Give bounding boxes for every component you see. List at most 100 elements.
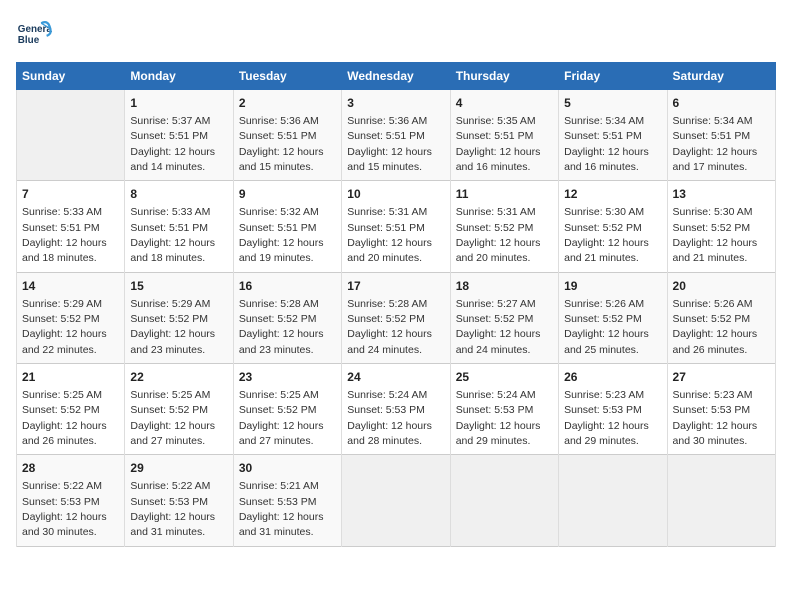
calendar-cell: 21 Sunrise: 5:25 AM Sunset: 5:52 PM Dayli… <box>17 364 125 455</box>
calendar-cell: 25 Sunrise: 5:24 AM Sunset: 5:53 PM Dayli… <box>450 364 558 455</box>
day-info: Sunrise: 5:35 AM Sunset: 5:51 PM Dayligh… <box>456 115 541 173</box>
day-number: 9 <box>239 186 336 203</box>
day-number: 12 <box>564 186 661 203</box>
day-number: 23 <box>239 369 336 386</box>
day-info: Sunrise: 5:23 AM Sunset: 5:53 PM Dayligh… <box>673 389 758 447</box>
calendar-cell: 12 Sunrise: 5:30 AM Sunset: 5:52 PM Dayli… <box>559 181 667 272</box>
day-info: Sunrise: 5:30 AM Sunset: 5:52 PM Dayligh… <box>564 206 649 264</box>
calendar-cell: 6Sunrise: 5:34 AM Sunset: 5:51 PM Daylig… <box>667 90 775 181</box>
day-info: Sunrise: 5:30 AM Sunset: 5:52 PM Dayligh… <box>673 206 758 264</box>
page-header: General Blue <box>16 16 776 52</box>
day-number: 22 <box>130 369 227 386</box>
day-info: Sunrise: 5:31 AM Sunset: 5:52 PM Dayligh… <box>456 206 541 264</box>
day-info: Sunrise: 5:36 AM Sunset: 5:51 PM Dayligh… <box>239 115 324 173</box>
day-info: Sunrise: 5:25 AM Sunset: 5:52 PM Dayligh… <box>22 389 107 447</box>
calendar-cell <box>667 455 775 546</box>
calendar-cell: 2Sunrise: 5:36 AM Sunset: 5:51 PM Daylig… <box>233 90 341 181</box>
day-number: 15 <box>130 278 227 295</box>
calendar-cell: 1 Sunrise: 5:37 AM Sunset: 5:51 PM Daylig… <box>125 90 233 181</box>
calendar-cell <box>17 90 125 181</box>
week-row-5: 28 Sunrise: 5:22 AM Sunset: 5:53 PM Dayli… <box>17 455 776 546</box>
calendar-cell: 7 Sunrise: 5:33 AM Sunset: 5:51 PM Daylig… <box>17 181 125 272</box>
col-header-saturday: Saturday <box>667 63 775 90</box>
calendar-cell: 19 Sunrise: 5:26 AM Sunset: 5:52 PM Dayli… <box>559 272 667 363</box>
calendar-cell: 17 Sunrise: 5:28 AM Sunset: 5:52 PM Dayli… <box>342 272 450 363</box>
calendar-cell: 28 Sunrise: 5:22 AM Sunset: 5:53 PM Dayli… <box>17 455 125 546</box>
col-header-wednesday: Wednesday <box>342 63 450 90</box>
svg-text:Blue: Blue <box>18 35 40 46</box>
calendar-cell <box>450 455 558 546</box>
day-number: 16 <box>239 278 336 295</box>
day-number: 4 <box>456 95 553 112</box>
day-info: Sunrise: 5:24 AM Sunset: 5:53 PM Dayligh… <box>456 389 541 447</box>
day-info: Sunrise: 5:25 AM Sunset: 5:52 PM Dayligh… <box>239 389 324 447</box>
day-info: Sunrise: 5:31 AM Sunset: 5:51 PM Dayligh… <box>347 206 432 264</box>
day-info: Sunrise: 5:36 AM Sunset: 5:51 PM Dayligh… <box>347 115 432 173</box>
header-row: SundayMondayTuesdayWednesdayThursdayFrid… <box>17 63 776 90</box>
day-number: 5 <box>564 95 661 112</box>
day-number: 7 <box>22 186 119 203</box>
logo-icon: General Blue <box>16 16 52 52</box>
day-info: Sunrise: 5:26 AM Sunset: 5:52 PM Dayligh… <box>564 298 649 356</box>
day-number: 3 <box>347 95 444 112</box>
calendar-cell: 11 Sunrise: 5:31 AM Sunset: 5:52 PM Dayli… <box>450 181 558 272</box>
calendar-cell: 16 Sunrise: 5:28 AM Sunset: 5:52 PM Dayli… <box>233 272 341 363</box>
day-info: Sunrise: 5:25 AM Sunset: 5:52 PM Dayligh… <box>130 389 215 447</box>
calendar-cell: 9 Sunrise: 5:32 AM Sunset: 5:51 PM Daylig… <box>233 181 341 272</box>
day-number: 27 <box>673 369 770 386</box>
day-info: Sunrise: 5:22 AM Sunset: 5:53 PM Dayligh… <box>22 480 107 538</box>
col-header-friday: Friday <box>559 63 667 90</box>
day-number: 21 <box>22 369 119 386</box>
day-info: Sunrise: 5:37 AM Sunset: 5:51 PM Dayligh… <box>130 115 215 173</box>
day-number: 30 <box>239 460 336 477</box>
day-info: Sunrise: 5:22 AM Sunset: 5:53 PM Dayligh… <box>130 480 215 538</box>
day-info: Sunrise: 5:33 AM Sunset: 5:51 PM Dayligh… <box>130 206 215 264</box>
day-number: 13 <box>673 186 770 203</box>
calendar-cell: 10 Sunrise: 5:31 AM Sunset: 5:51 PM Dayli… <box>342 181 450 272</box>
week-row-2: 7 Sunrise: 5:33 AM Sunset: 5:51 PM Daylig… <box>17 181 776 272</box>
day-number: 1 <box>130 95 227 112</box>
calendar-cell: 14 Sunrise: 5:29 AM Sunset: 5:52 PM Dayli… <box>17 272 125 363</box>
calendar-table: SundayMondayTuesdayWednesdayThursdayFrid… <box>16 62 776 547</box>
calendar-cell: 4 Sunrise: 5:35 AM Sunset: 5:51 PM Daylig… <box>450 90 558 181</box>
week-row-3: 14 Sunrise: 5:29 AM Sunset: 5:52 PM Dayli… <box>17 272 776 363</box>
day-number: 6 <box>673 95 770 112</box>
col-header-monday: Monday <box>125 63 233 90</box>
calendar-cell: 3 Sunrise: 5:36 AM Sunset: 5:51 PM Daylig… <box>342 90 450 181</box>
day-info: Sunrise: 5:29 AM Sunset: 5:52 PM Dayligh… <box>130 298 215 356</box>
calendar-cell: 20Sunrise: 5:26 AM Sunset: 5:52 PM Dayli… <box>667 272 775 363</box>
col-header-sunday: Sunday <box>17 63 125 90</box>
day-number: 11 <box>456 186 553 203</box>
day-number: 29 <box>130 460 227 477</box>
day-info: Sunrise: 5:28 AM Sunset: 5:52 PM Dayligh… <box>239 298 324 356</box>
day-number: 10 <box>347 186 444 203</box>
week-row-4: 21 Sunrise: 5:25 AM Sunset: 5:52 PM Dayli… <box>17 364 776 455</box>
calendar-cell <box>559 455 667 546</box>
day-number: 28 <box>22 460 119 477</box>
day-number: 26 <box>564 369 661 386</box>
day-number: 18 <box>456 278 553 295</box>
calendar-cell <box>342 455 450 546</box>
calendar-cell: 27 Sunrise: 5:23 AM Sunset: 5:53 PM Dayli… <box>667 364 775 455</box>
calendar-cell: 8Sunrise: 5:33 AM Sunset: 5:51 PM Daylig… <box>125 181 233 272</box>
day-number: 19 <box>564 278 661 295</box>
calendar-cell: 26 Sunrise: 5:23 AM Sunset: 5:53 PM Dayli… <box>559 364 667 455</box>
day-info: Sunrise: 5:34 AM Sunset: 5:51 PM Dayligh… <box>564 115 649 173</box>
day-number: 25 <box>456 369 553 386</box>
week-row-1: 1 Sunrise: 5:37 AM Sunset: 5:51 PM Daylig… <box>17 90 776 181</box>
calendar-cell: 23 Sunrise: 5:25 AM Sunset: 5:52 PM Dayli… <box>233 364 341 455</box>
day-info: Sunrise: 5:32 AM Sunset: 5:51 PM Dayligh… <box>239 206 324 264</box>
day-info: Sunrise: 5:33 AM Sunset: 5:51 PM Dayligh… <box>22 206 107 264</box>
calendar-cell: 5 Sunrise: 5:34 AM Sunset: 5:51 PM Daylig… <box>559 90 667 181</box>
day-info: Sunrise: 5:28 AM Sunset: 5:52 PM Dayligh… <box>347 298 432 356</box>
calendar-cell: 29 Sunrise: 5:22 AM Sunset: 5:53 PM Dayli… <box>125 455 233 546</box>
col-header-tuesday: Tuesday <box>233 63 341 90</box>
day-number: 24 <box>347 369 444 386</box>
calendar-cell: 18Sunrise: 5:27 AM Sunset: 5:52 PM Dayli… <box>450 272 558 363</box>
day-number: 14 <box>22 278 119 295</box>
day-number: 17 <box>347 278 444 295</box>
day-info: Sunrise: 5:23 AM Sunset: 5:53 PM Dayligh… <box>564 389 649 447</box>
day-info: Sunrise: 5:29 AM Sunset: 5:52 PM Dayligh… <box>22 298 107 356</box>
day-info: Sunrise: 5:24 AM Sunset: 5:53 PM Dayligh… <box>347 389 432 447</box>
calendar-cell: 13 Sunrise: 5:30 AM Sunset: 5:52 PM Dayli… <box>667 181 775 272</box>
